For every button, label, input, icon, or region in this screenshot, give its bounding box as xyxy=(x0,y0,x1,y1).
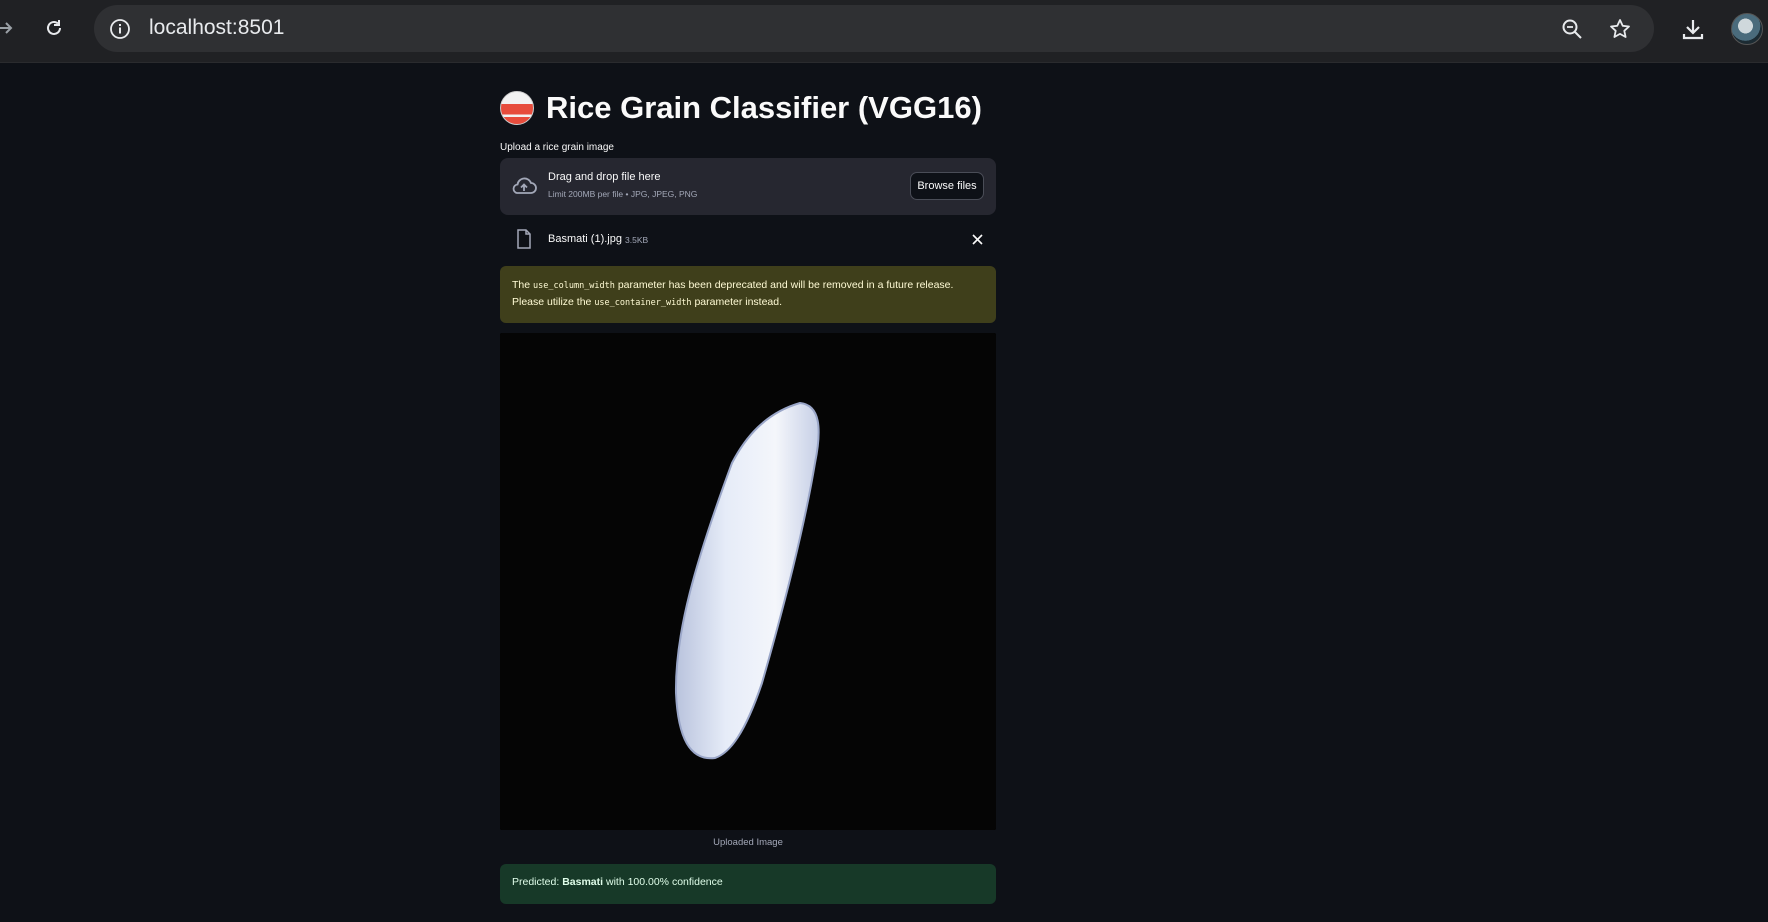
file-name: Basmati (1).jpg xyxy=(548,233,622,245)
dropzone-limit: Limit 200MB per file • JPG, JPEG, PNG xyxy=(548,189,698,199)
warning-text-1: The xyxy=(512,279,534,291)
title-row: Rice Grain Classifier (VGG16) xyxy=(500,90,982,126)
uploaded-image xyxy=(500,333,996,830)
url-text[interactable]: localhost:8501 xyxy=(149,16,284,40)
rice-grain-picture xyxy=(500,333,996,830)
warning-code-1: use_column_width xyxy=(533,281,615,291)
prediction-confidence: with 100.00% confidence xyxy=(603,876,723,888)
address-bar[interactable]: localhost:8501 xyxy=(94,5,1654,52)
file-dropzone[interactable]: Drag and drop file here Limit 200MB per … xyxy=(500,158,996,215)
uploaded-file-item: Basmati (1).jpg 3.5KB xyxy=(500,222,996,258)
warning-code-2: use_container_width xyxy=(594,298,692,308)
browser-toolbar: localhost:8501 xyxy=(0,0,1768,63)
download-icon[interactable] xyxy=(1676,12,1710,46)
image-caption: Uploaded Image xyxy=(713,837,783,848)
rice-bowl-icon xyxy=(500,91,534,125)
cloud-upload-icon xyxy=(512,177,537,194)
browse-files-button[interactable]: Browse files xyxy=(910,172,984,200)
profile-avatar[interactable] xyxy=(1731,13,1763,45)
dropzone-instructions: Drag and drop file here xyxy=(548,171,661,183)
prediction-label: Basmati xyxy=(562,876,604,888)
forward-icon[interactable] xyxy=(0,12,22,44)
reload-icon[interactable] xyxy=(38,12,70,44)
prediction-prefix: Predicted: xyxy=(512,876,563,888)
deprecation-warning: The use_column_width parameter has been … xyxy=(500,266,996,323)
remove-file-close-icon[interactable] xyxy=(970,232,984,246)
page-title: Rice Grain Classifier (VGG16) xyxy=(546,90,982,125)
file-icon xyxy=(517,229,531,249)
file-size: 3.5KB xyxy=(625,235,649,245)
warning-text-3: parameter instead. xyxy=(691,296,783,308)
bookmark-star-icon[interactable] xyxy=(1606,15,1634,43)
zoom-icon[interactable] xyxy=(1558,15,1586,43)
site-info-icon[interactable] xyxy=(106,15,134,43)
upload-label: Upload a rice grain image xyxy=(500,142,614,153)
prediction-result: Predicted: Basmati with 100.00% confiden… xyxy=(500,864,996,904)
